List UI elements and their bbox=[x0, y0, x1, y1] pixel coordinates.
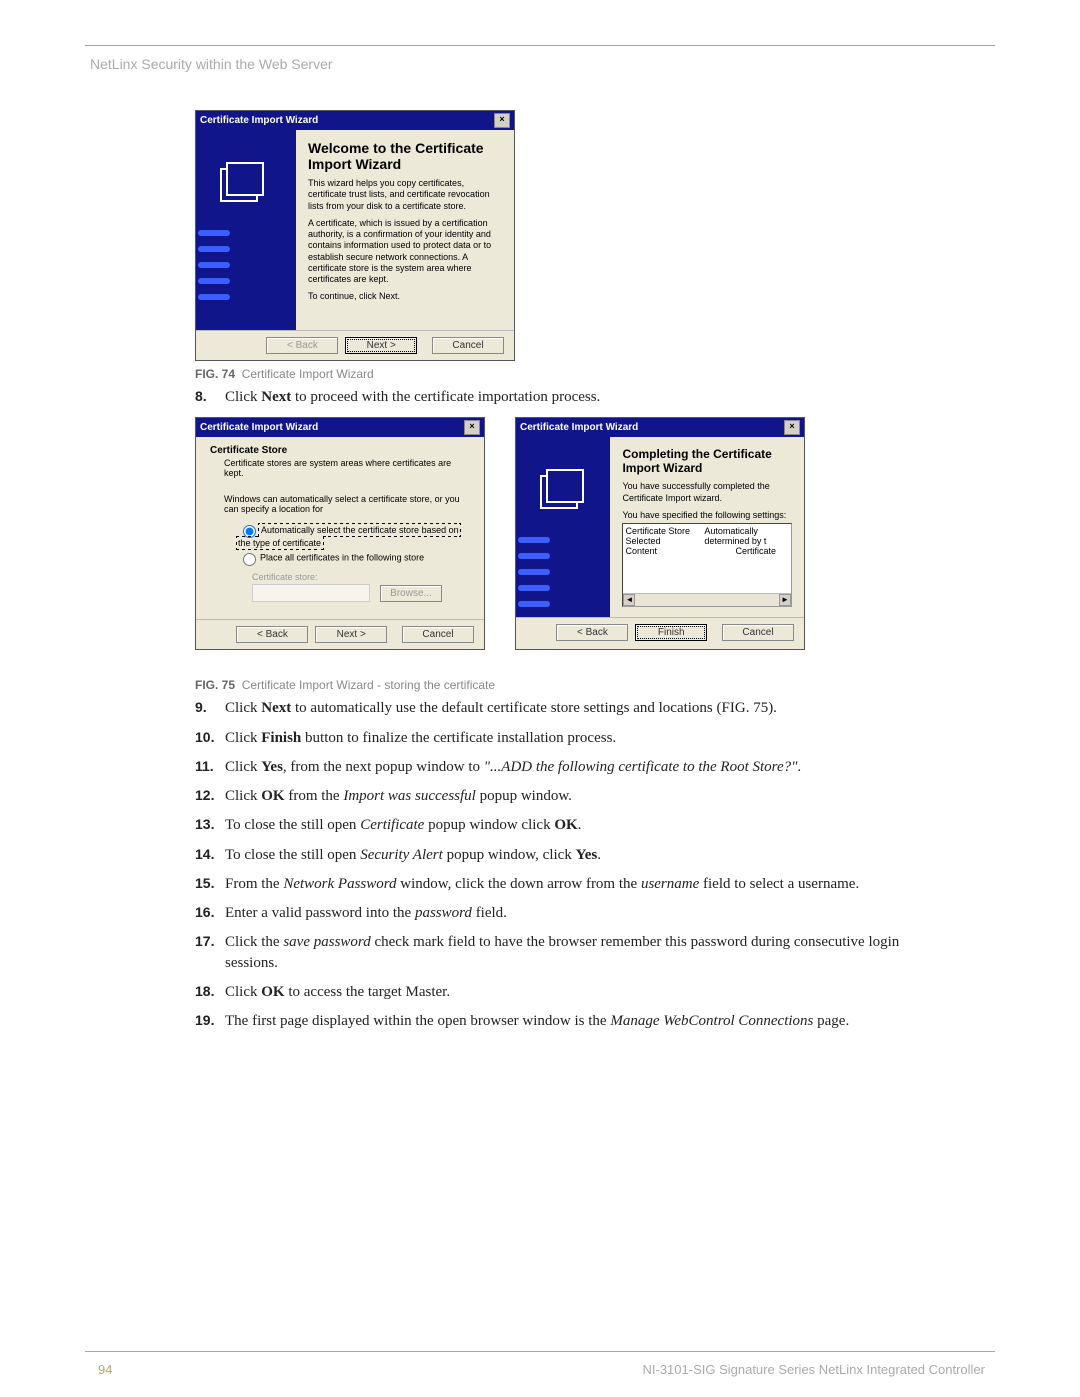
wizard-complete: Certificate Import Wizard × Completing t… bbox=[515, 417, 805, 650]
finish-button[interactable]: Finish bbox=[635, 624, 707, 641]
cancel-button[interactable]: Cancel bbox=[722, 624, 794, 641]
top-rule bbox=[85, 45, 995, 46]
wizard3-p2: You have specified the following setting… bbox=[622, 510, 792, 521]
wizard3-heading: Completing the Certificate Import Wizard bbox=[622, 447, 792, 475]
back-button[interactable]: < Back bbox=[266, 337, 338, 354]
h-scrollbar[interactable]: ◄► bbox=[623, 593, 791, 606]
step-12: 12.Click OK from the Import was successf… bbox=[195, 786, 935, 806]
step-14: 14.To close the still open Security Aler… bbox=[195, 845, 935, 865]
wizard1-title: Certificate Import Wizard bbox=[200, 115, 318, 126]
wizard1-banner bbox=[196, 130, 296, 330]
page-number: 94 bbox=[98, 1362, 112, 1377]
step-11: 11.Click Yes, from the next popup window… bbox=[195, 757, 935, 777]
wizard1-p3: To continue, click Next. bbox=[308, 291, 502, 302]
wizard2-heading: Certificate Store bbox=[210, 445, 470, 456]
next-button[interactable]: Next > bbox=[345, 337, 417, 354]
cancel-button[interactable]: Cancel bbox=[402, 626, 474, 643]
close-icon[interactable]: × bbox=[464, 420, 480, 435]
step-17: 17.Click the save password check mark fi… bbox=[195, 932, 935, 973]
wizard-welcome: Certificate Import Wizard × Welcome to t… bbox=[195, 110, 515, 361]
wizard2-sub: Certificate stores are system areas wher… bbox=[224, 458, 470, 478]
certificate-icon bbox=[220, 168, 258, 202]
radio-auto[interactable]: Automatically select the certificate sto… bbox=[238, 522, 470, 548]
step-13: 13.To close the still open Certificate p… bbox=[195, 815, 935, 835]
settings-listbox: Certificate Store SelectedAutomatically … bbox=[622, 523, 792, 607]
wizard1-titlebar: Certificate Import Wizard × bbox=[196, 111, 514, 130]
wizard2-titlebar: Certificate Import Wizard × bbox=[196, 418, 484, 437]
next-button[interactable]: Next > bbox=[315, 626, 387, 643]
radio-place[interactable]: Place all certificates in the following … bbox=[238, 550, 470, 566]
wizard1-p1: This wizard helps you copy certificates,… bbox=[308, 178, 502, 212]
store-label: Certificate store: bbox=[252, 572, 442, 582]
wizard3-banner bbox=[516, 437, 610, 617]
wizard3-p1: You have successfully completed the Cert… bbox=[622, 481, 792, 504]
fig74-caption: FIG. 74 Certificate Import Wizard bbox=[195, 367, 935, 381]
wizard-store: Certificate Import Wizard × Certificate … bbox=[195, 417, 485, 650]
wizard2-title: Certificate Import Wizard bbox=[200, 422, 318, 433]
store-field bbox=[252, 584, 370, 602]
bottom-rule bbox=[85, 1351, 995, 1352]
wizard3-title: Certificate Import Wizard bbox=[520, 422, 638, 433]
footer-text: NI-3101-SIG Signature Series NetLinx Int… bbox=[642, 1362, 985, 1377]
step-19: 19.The first page displayed within the o… bbox=[195, 1011, 935, 1031]
cancel-button[interactable]: Cancel bbox=[432, 337, 504, 354]
fig75-caption: FIG. 75 Certificate Import Wizard - stor… bbox=[195, 678, 935, 692]
close-icon[interactable]: × bbox=[784, 420, 800, 435]
step-18: 18.Click OK to access the target Master. bbox=[195, 982, 935, 1002]
step-9: 9.Click Next to automatically use the de… bbox=[195, 698, 935, 718]
browse-button[interactable]: Browse... bbox=[380, 585, 442, 602]
back-button[interactable]: < Back bbox=[236, 626, 308, 643]
wizard1-heading: Welcome to the Certificate Import Wizard bbox=[308, 140, 502, 172]
page-header: NetLinx Security within the Web Server bbox=[90, 56, 333, 72]
certificate-icon bbox=[540, 475, 578, 509]
step-10: 10.Click Finish button to finalize the c… bbox=[195, 728, 935, 748]
step-15: 15.From the Network Password window, cli… bbox=[195, 874, 935, 894]
step-8: 8. Click Next to proceed with the certif… bbox=[195, 387, 935, 407]
close-icon[interactable]: × bbox=[494, 113, 510, 128]
wizard3-titlebar: Certificate Import Wizard × bbox=[516, 418, 804, 437]
step-16: 16.Enter a valid password into the passw… bbox=[195, 903, 935, 923]
wizard2-line: Windows can automatically select a certi… bbox=[224, 494, 470, 514]
back-button[interactable]: < Back bbox=[556, 624, 628, 641]
wizard1-p2: A certificate, which is issued by a cert… bbox=[308, 218, 502, 286]
